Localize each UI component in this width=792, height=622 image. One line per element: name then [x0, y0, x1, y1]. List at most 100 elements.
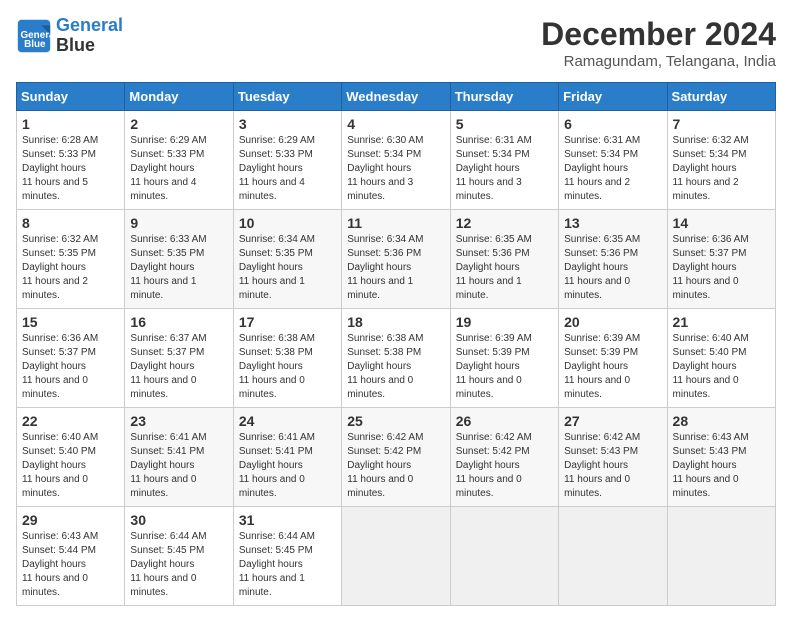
logo: General Blue GeneralBlue [16, 16, 123, 56]
day-info: Sunrise: 6:34 AM Sunset: 5:36 PM Dayligh… [347, 233, 444, 303]
calendar-cell: 17 Sunrise: 6:38 AM Sunset: 5:38 PM Dayl… [233, 309, 341, 408]
col-header-saturday: Saturday [667, 83, 775, 111]
calendar-cell: 20 Sunrise: 6:39 AM Sunset: 5:39 PM Dayl… [559, 309, 667, 408]
logo-icon: General Blue [16, 18, 52, 54]
day-info: Sunrise: 6:41 AM Sunset: 5:41 PM Dayligh… [130, 431, 227, 501]
day-info: Sunrise: 6:35 AM Sunset: 5:36 PM Dayligh… [456, 233, 553, 303]
day-info: Sunrise: 6:38 AM Sunset: 5:38 PM Dayligh… [239, 332, 336, 402]
day-info: Sunrise: 6:37 AM Sunset: 5:37 PM Dayligh… [130, 332, 227, 402]
location: Ramagundam, Telangana, India [541, 53, 776, 70]
calendar-cell: 22 Sunrise: 6:40 AM Sunset: 5:40 PM Dayl… [17, 408, 125, 507]
day-number: 6 [564, 116, 661, 132]
day-info: Sunrise: 6:39 AM Sunset: 5:39 PM Dayligh… [456, 332, 553, 402]
calendar-cell [450, 507, 558, 606]
day-info: Sunrise: 6:32 AM Sunset: 5:34 PM Dayligh… [673, 134, 770, 204]
day-number: 28 [673, 413, 770, 429]
day-info: Sunrise: 6:42 AM Sunset: 5:42 PM Dayligh… [347, 431, 444, 501]
calendar-cell [342, 507, 450, 606]
day-info: Sunrise: 6:29 AM Sunset: 5:33 PM Dayligh… [130, 134, 227, 204]
day-info: Sunrise: 6:33 AM Sunset: 5:35 PM Dayligh… [130, 233, 227, 303]
day-info: Sunrise: 6:32 AM Sunset: 5:35 PM Dayligh… [22, 233, 119, 303]
col-header-tuesday: Tuesday [233, 83, 341, 111]
day-number: 30 [130, 512, 227, 528]
svg-text:Blue: Blue [24, 39, 46, 50]
day-info: Sunrise: 6:41 AM Sunset: 5:41 PM Dayligh… [239, 431, 336, 501]
day-number: 29 [22, 512, 119, 528]
calendar-cell: 15 Sunrise: 6:36 AM Sunset: 5:37 PM Dayl… [17, 309, 125, 408]
title-block: December 2024 Ramagundam, Telangana, Ind… [541, 16, 776, 70]
day-info: Sunrise: 6:30 AM Sunset: 5:34 PM Dayligh… [347, 134, 444, 204]
day-number: 5 [456, 116, 553, 132]
day-number: 21 [673, 314, 770, 330]
calendar-cell: 24 Sunrise: 6:41 AM Sunset: 5:41 PM Dayl… [233, 408, 341, 507]
day-number: 4 [347, 116, 444, 132]
day-number: 9 [130, 215, 227, 231]
calendar-header-row: SundayMondayTuesdayWednesdayThursdayFrid… [17, 83, 776, 111]
calendar-week-2: 8 Sunrise: 6:32 AM Sunset: 5:35 PM Dayli… [17, 210, 776, 309]
day-number: 7 [673, 116, 770, 132]
calendar-cell: 14 Sunrise: 6:36 AM Sunset: 5:37 PM Dayl… [667, 210, 775, 309]
day-info: Sunrise: 6:43 AM Sunset: 5:43 PM Dayligh… [673, 431, 770, 501]
day-number: 22 [22, 413, 119, 429]
calendar-week-5: 29 Sunrise: 6:43 AM Sunset: 5:44 PM Dayl… [17, 507, 776, 606]
day-info: Sunrise: 6:44 AM Sunset: 5:45 PM Dayligh… [239, 530, 336, 600]
day-number: 12 [456, 215, 553, 231]
calendar-week-3: 15 Sunrise: 6:36 AM Sunset: 5:37 PM Dayl… [17, 309, 776, 408]
day-info: Sunrise: 6:43 AM Sunset: 5:44 PM Dayligh… [22, 530, 119, 600]
day-info: Sunrise: 6:29 AM Sunset: 5:33 PM Dayligh… [239, 134, 336, 204]
day-info: Sunrise: 6:44 AM Sunset: 5:45 PM Dayligh… [130, 530, 227, 600]
day-number: 15 [22, 314, 119, 330]
day-info: Sunrise: 6:31 AM Sunset: 5:34 PM Dayligh… [564, 134, 661, 204]
col-header-monday: Monday [125, 83, 233, 111]
calendar-week-1: 1 Sunrise: 6:28 AM Sunset: 5:33 PM Dayli… [17, 111, 776, 210]
calendar-cell: 6 Sunrise: 6:31 AM Sunset: 5:34 PM Dayli… [559, 111, 667, 210]
calendar-cell: 13 Sunrise: 6:35 AM Sunset: 5:36 PM Dayl… [559, 210, 667, 309]
day-info: Sunrise: 6:38 AM Sunset: 5:38 PM Dayligh… [347, 332, 444, 402]
day-info: Sunrise: 6:40 AM Sunset: 5:40 PM Dayligh… [22, 431, 119, 501]
day-number: 17 [239, 314, 336, 330]
header: General Blue GeneralBlue December 2024 R… [16, 16, 776, 70]
calendar-cell [559, 507, 667, 606]
calendar-cell: 29 Sunrise: 6:43 AM Sunset: 5:44 PM Dayl… [17, 507, 125, 606]
day-number: 27 [564, 413, 661, 429]
calendar-cell: 9 Sunrise: 6:33 AM Sunset: 5:35 PM Dayli… [125, 210, 233, 309]
calendar-cell: 11 Sunrise: 6:34 AM Sunset: 5:36 PM Dayl… [342, 210, 450, 309]
day-number: 16 [130, 314, 227, 330]
month-title: December 2024 [541, 16, 776, 53]
calendar: SundayMondayTuesdayWednesdayThursdayFrid… [16, 82, 776, 606]
calendar-cell: 26 Sunrise: 6:42 AM Sunset: 5:42 PM Dayl… [450, 408, 558, 507]
calendar-cell: 28 Sunrise: 6:43 AM Sunset: 5:43 PM Dayl… [667, 408, 775, 507]
day-number: 26 [456, 413, 553, 429]
day-number: 18 [347, 314, 444, 330]
day-info: Sunrise: 6:42 AM Sunset: 5:43 PM Dayligh… [564, 431, 661, 501]
day-info: Sunrise: 6:42 AM Sunset: 5:42 PM Dayligh… [456, 431, 553, 501]
day-number: 31 [239, 512, 336, 528]
calendar-cell: 2 Sunrise: 6:29 AM Sunset: 5:33 PM Dayli… [125, 111, 233, 210]
calendar-cell: 18 Sunrise: 6:38 AM Sunset: 5:38 PM Dayl… [342, 309, 450, 408]
day-info: Sunrise: 6:35 AM Sunset: 5:36 PM Dayligh… [564, 233, 661, 303]
day-info: Sunrise: 6:28 AM Sunset: 5:33 PM Dayligh… [22, 134, 119, 204]
day-info: Sunrise: 6:31 AM Sunset: 5:34 PM Dayligh… [456, 134, 553, 204]
col-header-thursday: Thursday [450, 83, 558, 111]
day-number: 10 [239, 215, 336, 231]
day-number: 23 [130, 413, 227, 429]
calendar-cell: 25 Sunrise: 6:42 AM Sunset: 5:42 PM Dayl… [342, 408, 450, 507]
calendar-cell: 12 Sunrise: 6:35 AM Sunset: 5:36 PM Dayl… [450, 210, 558, 309]
calendar-cell: 10 Sunrise: 6:34 AM Sunset: 5:35 PM Dayl… [233, 210, 341, 309]
calendar-cell: 23 Sunrise: 6:41 AM Sunset: 5:41 PM Dayl… [125, 408, 233, 507]
day-number: 11 [347, 215, 444, 231]
day-info: Sunrise: 6:36 AM Sunset: 5:37 PM Dayligh… [22, 332, 119, 402]
calendar-week-4: 22 Sunrise: 6:40 AM Sunset: 5:40 PM Dayl… [17, 408, 776, 507]
calendar-cell: 8 Sunrise: 6:32 AM Sunset: 5:35 PM Dayli… [17, 210, 125, 309]
calendar-cell: 4 Sunrise: 6:30 AM Sunset: 5:34 PM Dayli… [342, 111, 450, 210]
day-info: Sunrise: 6:39 AM Sunset: 5:39 PM Dayligh… [564, 332, 661, 402]
day-info: Sunrise: 6:40 AM Sunset: 5:40 PM Dayligh… [673, 332, 770, 402]
calendar-cell: 1 Sunrise: 6:28 AM Sunset: 5:33 PM Dayli… [17, 111, 125, 210]
day-number: 3 [239, 116, 336, 132]
day-info: Sunrise: 6:34 AM Sunset: 5:35 PM Dayligh… [239, 233, 336, 303]
col-header-sunday: Sunday [17, 83, 125, 111]
day-number: 8 [22, 215, 119, 231]
day-number: 20 [564, 314, 661, 330]
calendar-cell: 30 Sunrise: 6:44 AM Sunset: 5:45 PM Dayl… [125, 507, 233, 606]
calendar-cell: 16 Sunrise: 6:37 AM Sunset: 5:37 PM Dayl… [125, 309, 233, 408]
